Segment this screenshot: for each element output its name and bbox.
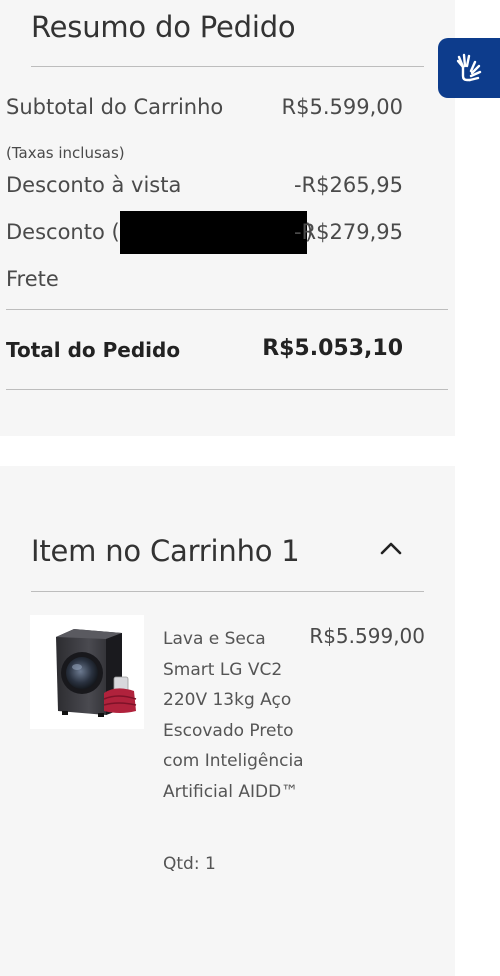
total-top-divider [6, 309, 448, 310]
accessibility-button[interactable] [438, 38, 500, 98]
subtotal-value: R$5.599,00 [281, 95, 403, 119]
washer-dryer-image [56, 629, 137, 717]
title-divider [31, 66, 424, 67]
coupon-discount-label: Desconto ( [6, 220, 120, 244]
order-summary-title: Resumo do Pedido [31, 10, 296, 44]
product-name[interactable]: Lava e Seca Smart LG VC2 220V 13kg Aço E… [163, 624, 308, 807]
product-quantity: Qtd: 1 [163, 854, 216, 874]
order-summary-panel: Resumo do Pedido Subtotal do Carrinho R$… [0, 0, 455, 436]
total-bottom-divider [6, 389, 448, 390]
product-price: R$5.599,00 [309, 624, 425, 648]
cart-title: Item no Carrinho 1 [31, 534, 300, 568]
total-label: Total do Pedido [6, 338, 181, 362]
chevron-up-icon[interactable] [376, 534, 406, 564]
cash-discount-label: Desconto à vista [6, 173, 182, 197]
cash-discount-value: -R$265,95 [293, 173, 403, 197]
shipping-label: Frete [6, 267, 59, 291]
coupon-discount-value: -R$279,95 [293, 220, 403, 244]
total-value: R$5.053,10 [262, 336, 403, 361]
sign-language-hands-icon [456, 53, 482, 82]
cart-divider [31, 591, 424, 592]
redacted-coupon-code [120, 211, 307, 254]
product-thumbnail[interactable] [30, 615, 144, 729]
subtotal-label: Subtotal do Carrinho [6, 95, 224, 119]
tax-note: (Taxas inclusas) [6, 144, 125, 162]
